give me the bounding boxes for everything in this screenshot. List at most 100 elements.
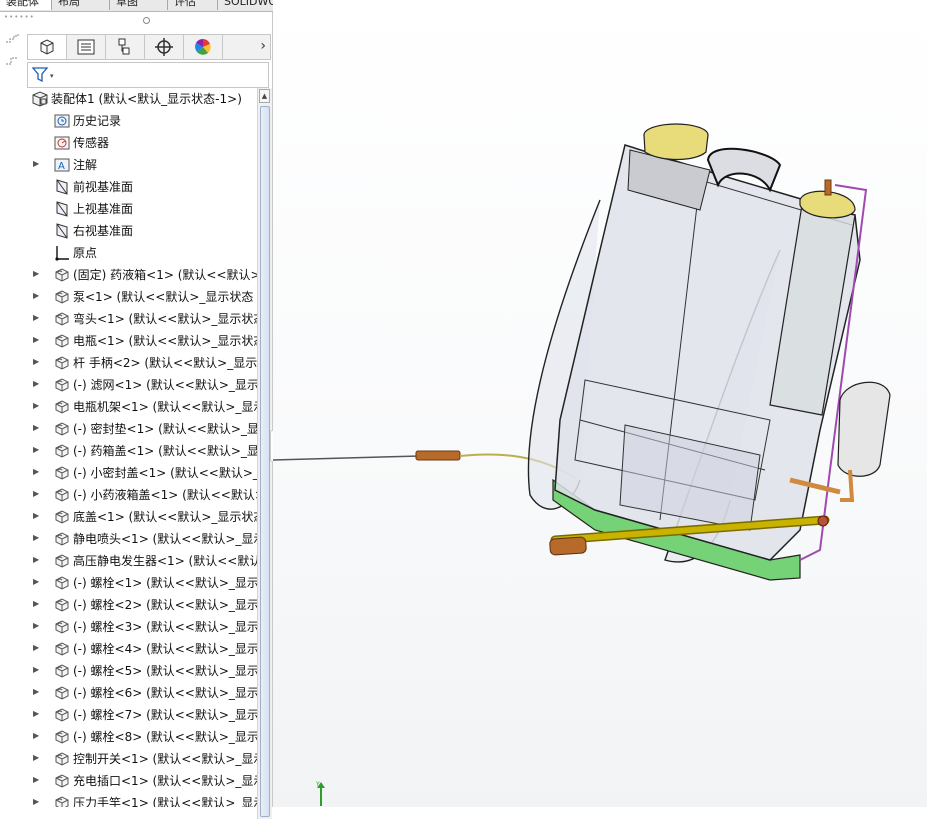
- graphics-viewport[interactable]: Y: [273, 0, 927, 807]
- expand-arrow-icon[interactable]: ▶: [33, 379, 41, 389]
- expand-arrow-icon[interactable]: ▶: [33, 709, 41, 719]
- tree-item[interactable]: ▶ (-) 小密封盖<1> (默认<<默认>_显: [27, 462, 257, 484]
- tree-item-label: (-) 药箱盖<1> (默认<<默认>_显示: [73, 444, 257, 458]
- part-icon: [53, 420, 71, 438]
- tree-item[interactable]: ▶ 弯头<1> (默认<<默认>_显示状态: [27, 308, 257, 330]
- expand-arrow-icon[interactable]: ▶: [33, 621, 41, 631]
- expand-arrow-icon[interactable]: ▶: [33, 357, 41, 367]
- filter-dropdown-icon[interactable]: ▾: [50, 72, 54, 80]
- chevron-right-icon[interactable]: ›: [260, 38, 266, 54]
- expand-arrow-icon[interactable]: ▶: [33, 555, 41, 565]
- panel-collapse-dot[interactable]: [143, 17, 150, 24]
- origin-icon: [53, 244, 71, 262]
- side-stairs-icon[interactable]: [4, 30, 22, 44]
- tree-item-label: 右视基准面: [73, 224, 134, 238]
- expand-arrow-icon[interactable]: ▶: [33, 665, 41, 675]
- expand-arrow-icon[interactable]: ▶: [33, 159, 41, 169]
- scroll-up-icon[interactable]: ▲: [259, 89, 270, 103]
- tab-2[interactable]: 草图: [110, 0, 168, 10]
- tree-item[interactable]: ▶ 充电插口<1> (默认<<默认>_显示: [27, 770, 257, 792]
- tree-item[interactable]: 传感器: [27, 132, 257, 154]
- feature-manager-panel: •••••• › ▾ 装配体1 (默认<默认_显示状态-1>) 历史记录 传感器…: [0, 12, 282, 819]
- expand-arrow-icon[interactable]: ▶: [33, 643, 41, 653]
- expand-arrow-icon[interactable]: ▶: [33, 423, 41, 433]
- tree-item[interactable]: ▶ (-) 螺栓<1> (默认<<默认>_显示状: [27, 572, 257, 594]
- tree-item[interactable]: ▶ 高压静电发生器<1> (默认<<默认: [27, 550, 257, 572]
- expand-arrow-icon[interactable]: ▶: [33, 797, 41, 807]
- tree-item-label: 传感器: [73, 136, 110, 150]
- displaymanager-tab[interactable]: [184, 35, 223, 59]
- tab-0[interactable]: 装配体: [0, 0, 52, 10]
- side-toolbar: [0, 30, 24, 78]
- expand-arrow-icon[interactable]: ▶: [33, 335, 41, 345]
- tree-item-label: (-) 螺栓<8> (默认<<默认>_显示状: [73, 730, 257, 744]
- tree-item[interactable]: ▶ 静电喷头<1> (默认<<默认>_显示: [27, 528, 257, 550]
- tree-item[interactable]: ▶ (-) 螺栓<6> (默认<<默认>_显示状: [27, 682, 257, 704]
- side-step-icon[interactable]: [4, 54, 22, 68]
- expand-arrow-icon[interactable]: ▶: [33, 687, 41, 697]
- tree-item[interactable]: ▶ (-) 滤网<1> (默认<<默认>_显示状: [27, 374, 257, 396]
- tree-item[interactable]: ▶ (-) 螺栓<2> (默认<<默认>_显示状: [27, 594, 257, 616]
- tree-item[interactable]: 上视基准面: [27, 198, 257, 220]
- tree-item-label: (-) 螺栓<2> (默认<<默认>_显示状: [73, 598, 257, 612]
- tree-item[interactable]: ▶ (-) 密封垫<1> (默认<<默认>_显示: [27, 418, 257, 440]
- tree-item[interactable]: 原点: [27, 242, 257, 264]
- tree-item[interactable]: ▶ 杆 手柄<2> (默认<<默认>_显示状: [27, 352, 257, 374]
- filter-icon: [31, 67, 49, 83]
- tree-item[interactable]: ▶ (固定) 药液箱<1> (默认<<默认>_: [27, 264, 257, 286]
- tree-item[interactable]: 历史记录: [27, 110, 257, 132]
- tree-item-label: 压力手竿<1> (默认<<默认>_显示: [73, 796, 257, 807]
- manager-tabs: ›: [27, 34, 271, 60]
- expand-arrow-icon[interactable]: ▶: [33, 401, 41, 411]
- tree-item[interactable]: ▶ 电瓶机架<1> (默认<<默认>_显示: [27, 396, 257, 418]
- expand-arrow-icon[interactable]: ▶: [33, 511, 41, 521]
- expand-arrow-icon[interactable]: ▶: [33, 577, 41, 587]
- tree-item[interactable]: 装配体1 (默认<默认_显示状态-1>): [27, 88, 257, 110]
- expand-arrow-icon[interactable]: ▶: [33, 753, 41, 763]
- tree-item-label: 静电喷头<1> (默认<<默认>_显示: [73, 532, 257, 546]
- part-icon: [53, 728, 71, 746]
- propertymanager-tab[interactable]: [67, 35, 106, 59]
- expand-arrow-icon[interactable]: ▶: [33, 599, 41, 609]
- part-icon: [53, 684, 71, 702]
- tree-item[interactable]: 前视基准面: [27, 176, 257, 198]
- dimxpert-tab[interactable]: [145, 35, 184, 59]
- expand-arrow-icon[interactable]: ▶: [33, 731, 41, 741]
- tree-filter[interactable]: ▾: [27, 62, 269, 88]
- featuremanager-tab[interactable]: [28, 35, 67, 59]
- tree-item[interactable]: ▶ (-) 药箱盖<1> (默认<<默认>_显示: [27, 440, 257, 462]
- tree-item[interactable]: ▶ 控制开关<1> (默认<<默认>_显示: [27, 748, 257, 770]
- tree-item-label: 前视基准面: [73, 180, 134, 194]
- tree-item-label: 高压静电发生器<1> (默认<<默认: [73, 554, 257, 568]
- expand-arrow-icon[interactable]: ▶: [33, 489, 41, 499]
- expand-arrow-icon[interactable]: ▶: [33, 269, 41, 279]
- configurationmanager-tab[interactable]: [106, 35, 145, 59]
- part-icon: [53, 662, 71, 680]
- tree-item[interactable]: ▶ (-) 小药液箱盖<1> (默认<<默认>_: [27, 484, 257, 506]
- tree-item[interactable]: ▶ A 注解: [27, 154, 257, 176]
- tree-item[interactable]: ▶ 底盖<1> (默认<<默认>_显示状态: [27, 506, 257, 528]
- expand-arrow-icon[interactable]: ▶: [33, 467, 41, 477]
- expand-arrow-icon[interactable]: ▶: [33, 291, 41, 301]
- tree-item[interactable]: ▶ 泵<1> (默认<<默认>_显示状态 1: [27, 286, 257, 308]
- tree-item[interactable]: ▶ (-) 螺栓<5> (默认<<默认>_显示状: [27, 660, 257, 682]
- tab-3[interactable]: 评估: [168, 0, 218, 10]
- tree-item[interactable]: ▶ (-) 螺栓<4> (默认<<默认>_显示状: [27, 638, 257, 660]
- tree-item[interactable]: ▶ 电瓶<1> (默认<<默认>_显示状态: [27, 330, 257, 352]
- tree-item[interactable]: 右视基准面: [27, 220, 257, 242]
- part-icon: [53, 706, 71, 724]
- panel-grip[interactable]: ••••••: [4, 14, 34, 21]
- scroll-thumb[interactable]: [260, 106, 270, 817]
- tab-1[interactable]: 布局: [52, 0, 110, 10]
- tree-item[interactable]: ▶ (-) 螺栓<8> (默认<<默认>_显示状: [27, 726, 257, 748]
- expand-arrow-icon[interactable]: ▶: [33, 313, 41, 323]
- tree-item[interactable]: ▶ (-) 螺栓<3> (默认<<默认>_显示状: [27, 616, 257, 638]
- tree-item[interactable]: ▶ 压力手竿<1> (默认<<默认>_显示: [27, 792, 257, 807]
- expand-arrow-icon[interactable]: ▶: [33, 775, 41, 785]
- tree-item[interactable]: ▶ (-) 螺栓<7> (默认<<默认>_显示状: [27, 704, 257, 726]
- part-icon: [53, 596, 71, 614]
- expand-arrow-icon[interactable]: ▶: [33, 533, 41, 543]
- part-icon: [53, 310, 71, 328]
- part-icon: [53, 552, 71, 570]
- expand-arrow-icon[interactable]: ▶: [33, 445, 41, 455]
